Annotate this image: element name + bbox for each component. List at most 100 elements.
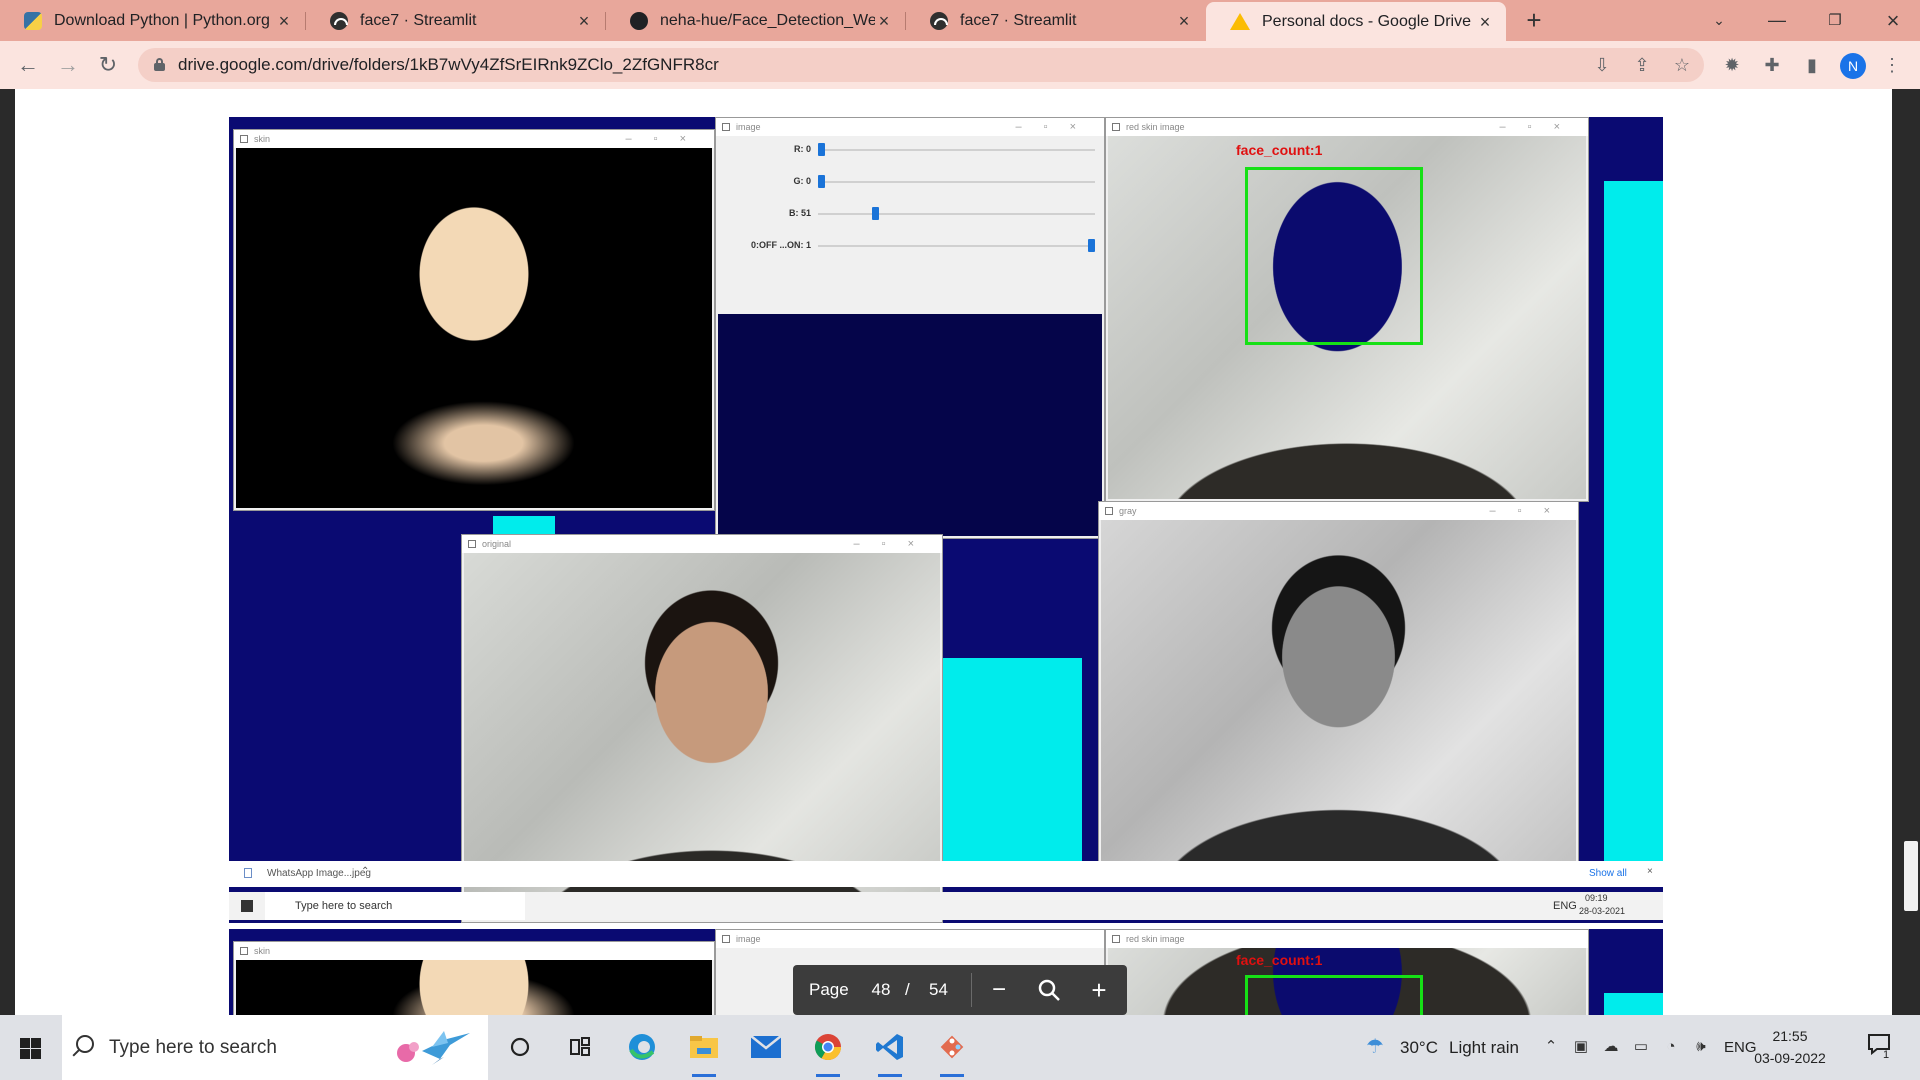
forward-button[interactable]: → <box>52 49 84 81</box>
git-gui-icon[interactable] <box>930 1025 974 1077</box>
page-screenshot-image: skin –▫× image –▫× R: 0 G: 0 B: 51 0:OFF… <box>229 117 1663 923</box>
scrollbar-thumb[interactable] <box>1904 841 1918 911</box>
window-title-text: red skin image <box>1126 934 1185 944</box>
address-bar[interactable]: drive.google.com/drive/folders/1kB7wVy4Z… <box>138 48 1704 82</box>
close-icon[interactable]: × <box>875 12 893 30</box>
url-text[interactable]: drive.google.com/drive/folders/1kB7wVy4Z… <box>178 48 719 82</box>
window-controls: –▫× <box>1499 121 1582 133</box>
magnifier-icon[interactable] <box>1033 974 1065 1006</box>
page-separator: / <box>905 980 910 999</box>
reload-button[interactable]: ↻ <box>92 49 124 81</box>
tab-face7-streamlit[interactable]: face7 · Streamlit × <box>306 0 605 41</box>
menu-kebab-icon[interactable]: ⋮ <box>1880 53 1904 77</box>
window-controls: –▫× <box>1015 121 1098 133</box>
trackbar-thumb <box>872 207 879 220</box>
taskbar-search-box[interactable]: Type here to search <box>62 1015 488 1080</box>
tab-search-chevron-icon[interactable]: ⌄ <box>1690 0 1748 41</box>
mini-windows-taskbar: Type here to search ENG 09:19 28-03-2021 <box>229 892 1663 920</box>
share-icon[interactable]: ⇪ <box>1630 53 1654 77</box>
chrome-icon[interactable] <box>806 1025 850 1077</box>
back-button[interactable]: ← <box>12 49 44 81</box>
vscode-icon[interactable] <box>868 1025 912 1077</box>
tab-title: Personal docs - Google Drive <box>1262 12 1471 30</box>
install-app-icon[interactable]: ⇩ <box>1590 53 1614 77</box>
zoom-in-button[interactable]: + <box>1083 974 1115 1006</box>
google-drive-favicon-icon <box>1230 13 1250 30</box>
chevron-up-icon[interactable]: ⌃ <box>1540 1036 1562 1058</box>
extension-bug-icon[interactable]: ✹ <box>1720 53 1744 77</box>
face-count-label: face_count:1 <box>1236 142 1323 158</box>
mail-icon[interactable] <box>744 1025 788 1069</box>
tab-face7-streamlit-2[interactable]: face7 · Streamlit × <box>906 0 1205 41</box>
search-placeholder: Type here to search <box>109 1037 277 1058</box>
cortana-icon[interactable] <box>498 1025 542 1069</box>
weather-temp[interactable]: 30°C <box>1400 1015 1438 1080</box>
window-title-text: image <box>736 934 761 944</box>
minimize-button[interactable]: — <box>1748 0 1806 41</box>
cv-window-red-skin: red skin image face_count:1 <box>1105 929 1589 1015</box>
volume-icon[interactable]: 🕪 <box>1690 1036 1712 1058</box>
tab-title: face7 · Streamlit <box>960 11 1077 29</box>
mini-time: 09:19 <box>1585 893 1608 903</box>
window-title: skin <box>234 942 714 960</box>
tab-github-repo[interactable]: neha-hue/Face_Detection_WebApp × <box>606 0 905 41</box>
restore-button[interactable]: ❐ <box>1806 0 1864 41</box>
grayscale-image <box>1101 520 1576 880</box>
close-icon: × <box>1647 866 1653 877</box>
trackbar-thumb <box>818 143 825 156</box>
new-tab-button[interactable]: + <box>1519 6 1549 36</box>
tab-google-drive[interactable]: Personal docs - Google Drive × <box>1206 2 1506 41</box>
trackbar-thumb <box>1088 239 1095 252</box>
trackbar-track <box>818 245 1095 247</box>
window-controls: –▫× <box>853 538 936 550</box>
system-clock[interactable]: 21:55 03-09-2022 <box>1752 1025 1828 1069</box>
weather-rain-icon[interactable]: ☂ <box>1364 1036 1386 1058</box>
close-icon[interactable]: × <box>575 12 593 30</box>
github-favicon-icon <box>630 11 648 30</box>
battery-icon[interactable]: ▭ <box>1630 1036 1652 1058</box>
window-title-text: gray <box>1119 506 1137 516</box>
tab-python-download[interactable]: Download Python | Python.org × <box>0 0 305 41</box>
weather-condition[interactable]: Light rain <box>1449 1015 1519 1080</box>
streamlit-favicon-icon <box>330 11 348 30</box>
edge-browser-icon[interactable] <box>620 1025 664 1069</box>
divider <box>971 973 972 1007</box>
windows-taskbar: Type here to search ☂ 30°C Light rain ⌃ … <box>0 1015 1920 1080</box>
mini-lang: ENG <box>1553 900 1577 912</box>
face-detection-box <box>1245 167 1423 345</box>
close-icon[interactable]: × <box>1476 13 1494 31</box>
search-highlight-hummingbird-icon <box>397 1031 470 1065</box>
streamlit-favicon-icon <box>930 11 948 30</box>
zoom-out-button[interactable]: − <box>983 974 1015 1006</box>
network-wifi-icon[interactable]: ◔ <box>1660 1036 1682 1058</box>
onedrive-cloud-icon[interactable]: ☁ <box>1600 1036 1622 1058</box>
window-title-text: image <box>736 122 761 132</box>
notification-center-icon[interactable]: 1 <box>1866 1033 1892 1061</box>
close-icon[interactable]: × <box>1175 12 1193 30</box>
bookmark-star-icon[interactable]: ☆ <box>1670 53 1694 77</box>
browser-tab-strip: Download Python | Python.org × face7 · S… <box>0 0 1920 41</box>
total-pages: 54 <box>929 980 948 999</box>
file-explorer-icon[interactable] <box>682 1025 726 1077</box>
lock-icon[interactable] <box>154 58 165 71</box>
window-title: skin –▫× <box>234 130 714 148</box>
window-title-text: skin <box>254 946 271 956</box>
extensions-puzzle-icon[interactable]: ✚ <box>1760 53 1784 77</box>
red-skin-image: face_count:1 <box>1108 948 1586 1015</box>
current-page-input[interactable]: 48 <box>865 965 897 1015</box>
close-window-button[interactable]: × <box>1864 0 1920 41</box>
profile-avatar[interactable]: N <box>1840 53 1866 79</box>
task-view-icon[interactable] <box>558 1025 602 1069</box>
windows-start-button[interactable] <box>10 1028 50 1068</box>
page-label: Page <box>809 980 849 999</box>
side-panel-icon[interactable]: ▮ <box>1800 53 1824 77</box>
trackbar-label: G: 0 <box>793 176 811 186</box>
tab-title: Download Python | Python.org <box>54 11 270 29</box>
skin-mask-image <box>236 148 712 508</box>
meet-now-icon[interactable]: ▣ <box>1570 1036 1592 1058</box>
close-icon[interactable]: × <box>275 12 293 30</box>
window-title: red skin image <box>1106 930 1588 948</box>
background-cyan-panel <box>1604 993 1663 1015</box>
mini-date: 28-03-2021 <box>1579 906 1626 916</box>
window-title: image <box>716 930 1104 948</box>
